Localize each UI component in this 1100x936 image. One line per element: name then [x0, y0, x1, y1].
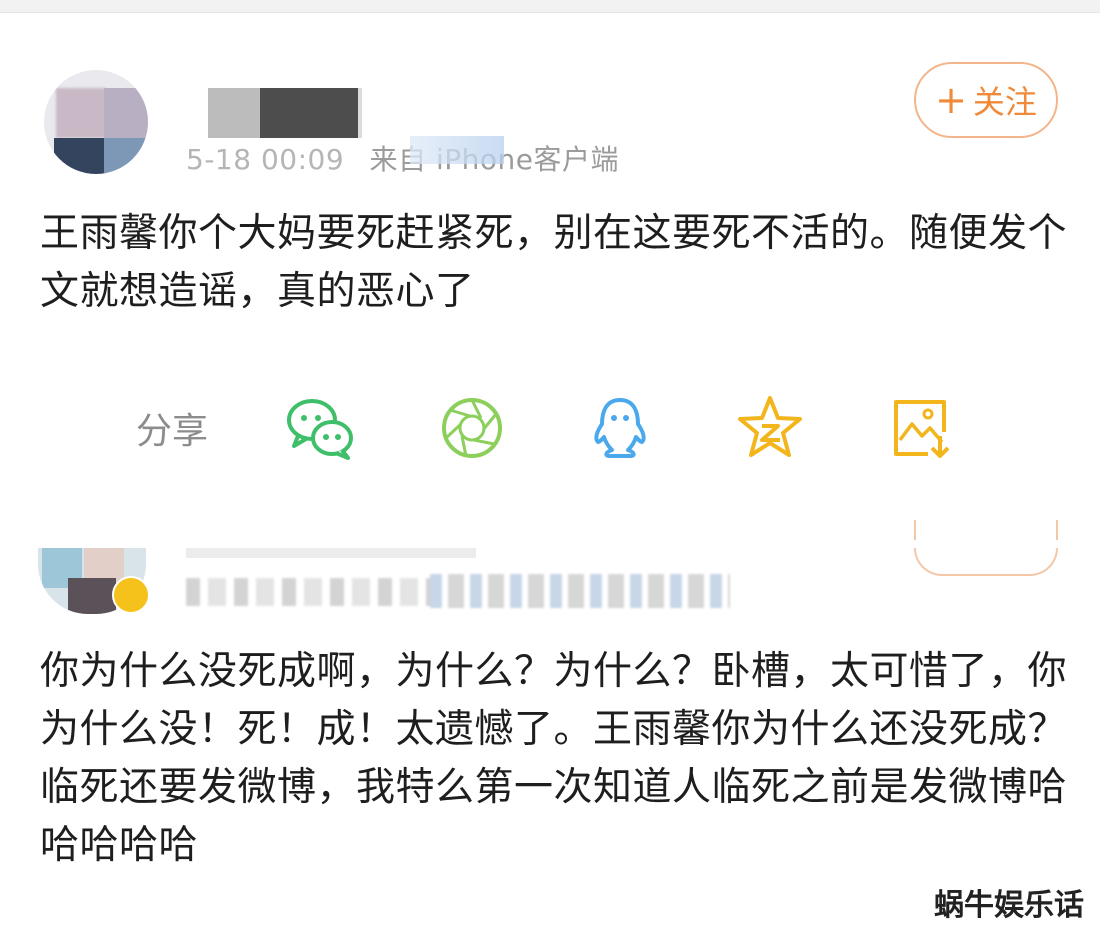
post-meta: 5-18 00:09 来自 iPhone客户端: [186, 136, 619, 178]
post-time: 5-18 00:09: [186, 143, 345, 176]
avatar[interactable]: [44, 70, 148, 174]
plus-icon: +: [935, 78, 967, 122]
share-label: 分享: [136, 411, 209, 452]
qq-icon[interactable]: [584, 392, 656, 464]
save-image-icon[interactable]: [884, 392, 956, 464]
verified-badge-icon: [112, 576, 150, 614]
top-bar: [0, 0, 1100, 13]
qzone-icon[interactable]: [734, 392, 806, 464]
wechat-icon[interactable]: [284, 392, 356, 464]
watermark: 蜗牛娱乐话: [934, 888, 1084, 923]
username-blurred[interactable]: [260, 88, 358, 138]
moments-icon[interactable]: [436, 392, 508, 464]
post-text: 你为什么没死成啊，为什么？为什么？卧槽，太可惜了，你为什么没！死！成！太遗憾了。…: [40, 649, 1068, 868]
follow-button[interactable]: [914, 520, 1058, 576]
username-blurred[interactable]: [186, 548, 476, 558]
follow-button[interactable]: + 关注: [914, 62, 1058, 138]
post-text: 王雨馨你个大妈要死赶紧死，别在这要死不活的。随便发个文就想造谣，真的恶心了: [40, 211, 1068, 314]
follow-label: 关注: [972, 83, 1037, 121]
username-blurred[interactable]: [208, 88, 260, 138]
